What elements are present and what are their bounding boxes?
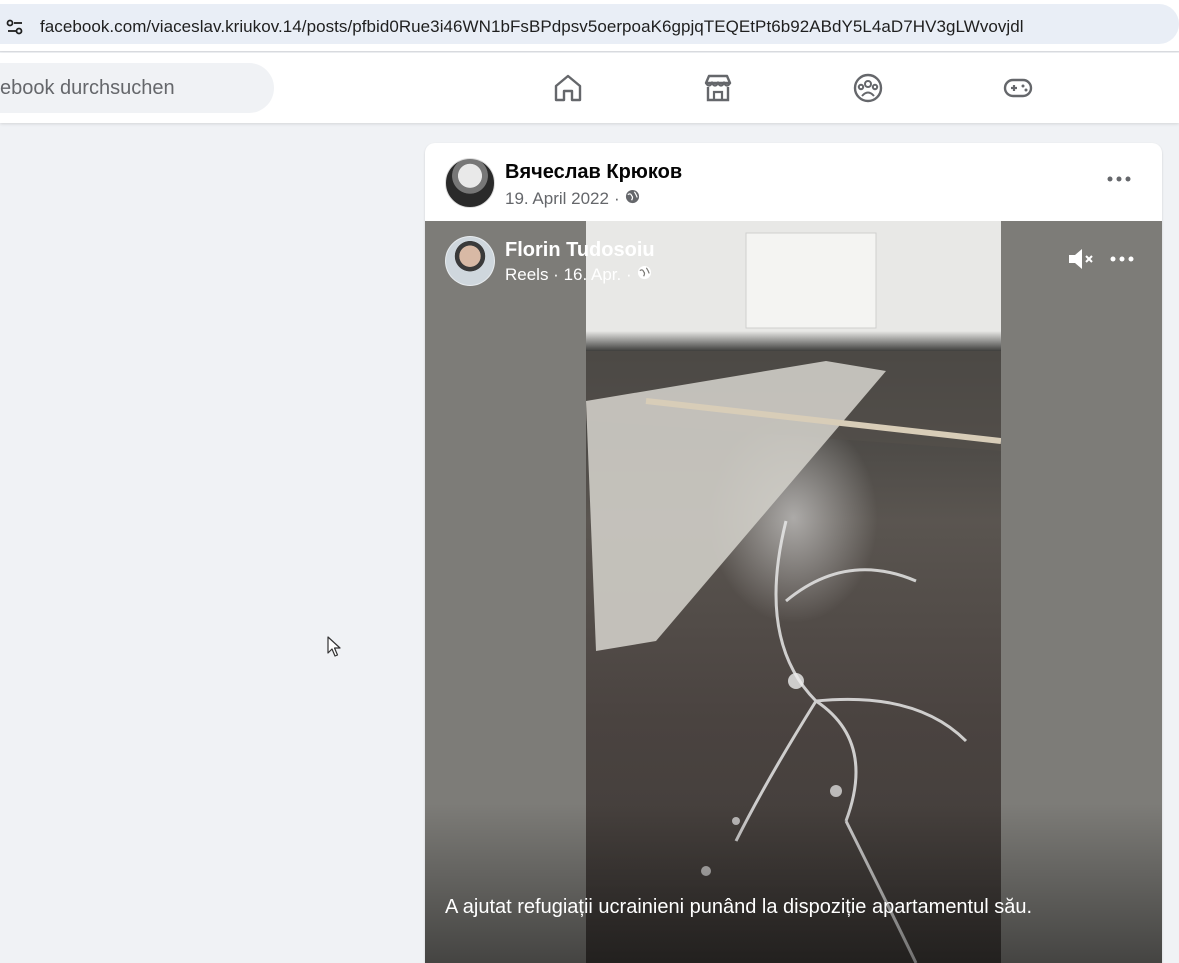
marketplace-icon[interactable]	[701, 71, 735, 105]
more-icon[interactable]	[1107, 247, 1137, 271]
more-icon[interactable]	[1101, 167, 1137, 191]
globe-icon	[637, 265, 652, 285]
search-placeholder: ebook durchsuchen	[0, 77, 175, 99]
reel-author-name[interactable]: Florin Tudosoiu	[505, 239, 655, 262]
browser-address-bar: facebook.com/viaceslav.kriukov.14/posts/…	[0, 0, 1179, 52]
reel-meta-text[interactable]: Reels · 16. Apr. ·	[505, 265, 632, 285]
meta-separator: ·	[613, 189, 620, 208]
groups-icon[interactable]	[851, 71, 885, 105]
facebook-top-nav: ebook durchsuchen	[0, 53, 1179, 123]
post-card: Вячеслав Крюков 19. April 2022 · Florin …	[425, 143, 1162, 963]
url-field[interactable]: facebook.com/viaceslav.kriukov.14/posts/…	[0, 4, 1179, 44]
reel-author-avatar[interactable]	[445, 236, 495, 286]
reel-meta: Reels · 16. Apr. ·	[505, 265, 652, 285]
reel-caption: A ajutat refugiații ucrainieni punând la…	[445, 896, 1033, 918]
search-input[interactable]: ebook durchsuchen	[0, 63, 274, 113]
tune-icon[interactable]	[5, 17, 25, 37]
globe-icon	[625, 189, 640, 209]
url-text[interactable]: facebook.com/viaceslav.kriukov.14/posts/…	[40, 17, 1024, 37]
video-bottom-gradient	[425, 803, 1162, 963]
muted-speaker-icon[interactable]	[1067, 246, 1097, 272]
post-meta: 19. April 2022 ·	[505, 189, 640, 209]
mouse-cursor-icon	[327, 636, 343, 658]
post-author-name[interactable]: Вячеслав Крюков	[505, 161, 682, 184]
home-icon[interactable]	[551, 71, 585, 105]
reel-video-player[interactable]: Florin Tudosoiu Reels · 16. Apr. · A aju…	[425, 221, 1162, 963]
avatar[interactable]	[445, 158, 495, 208]
gaming-icon[interactable]	[1001, 71, 1035, 105]
post-date[interactable]: 19. April 2022	[505, 189, 609, 209]
